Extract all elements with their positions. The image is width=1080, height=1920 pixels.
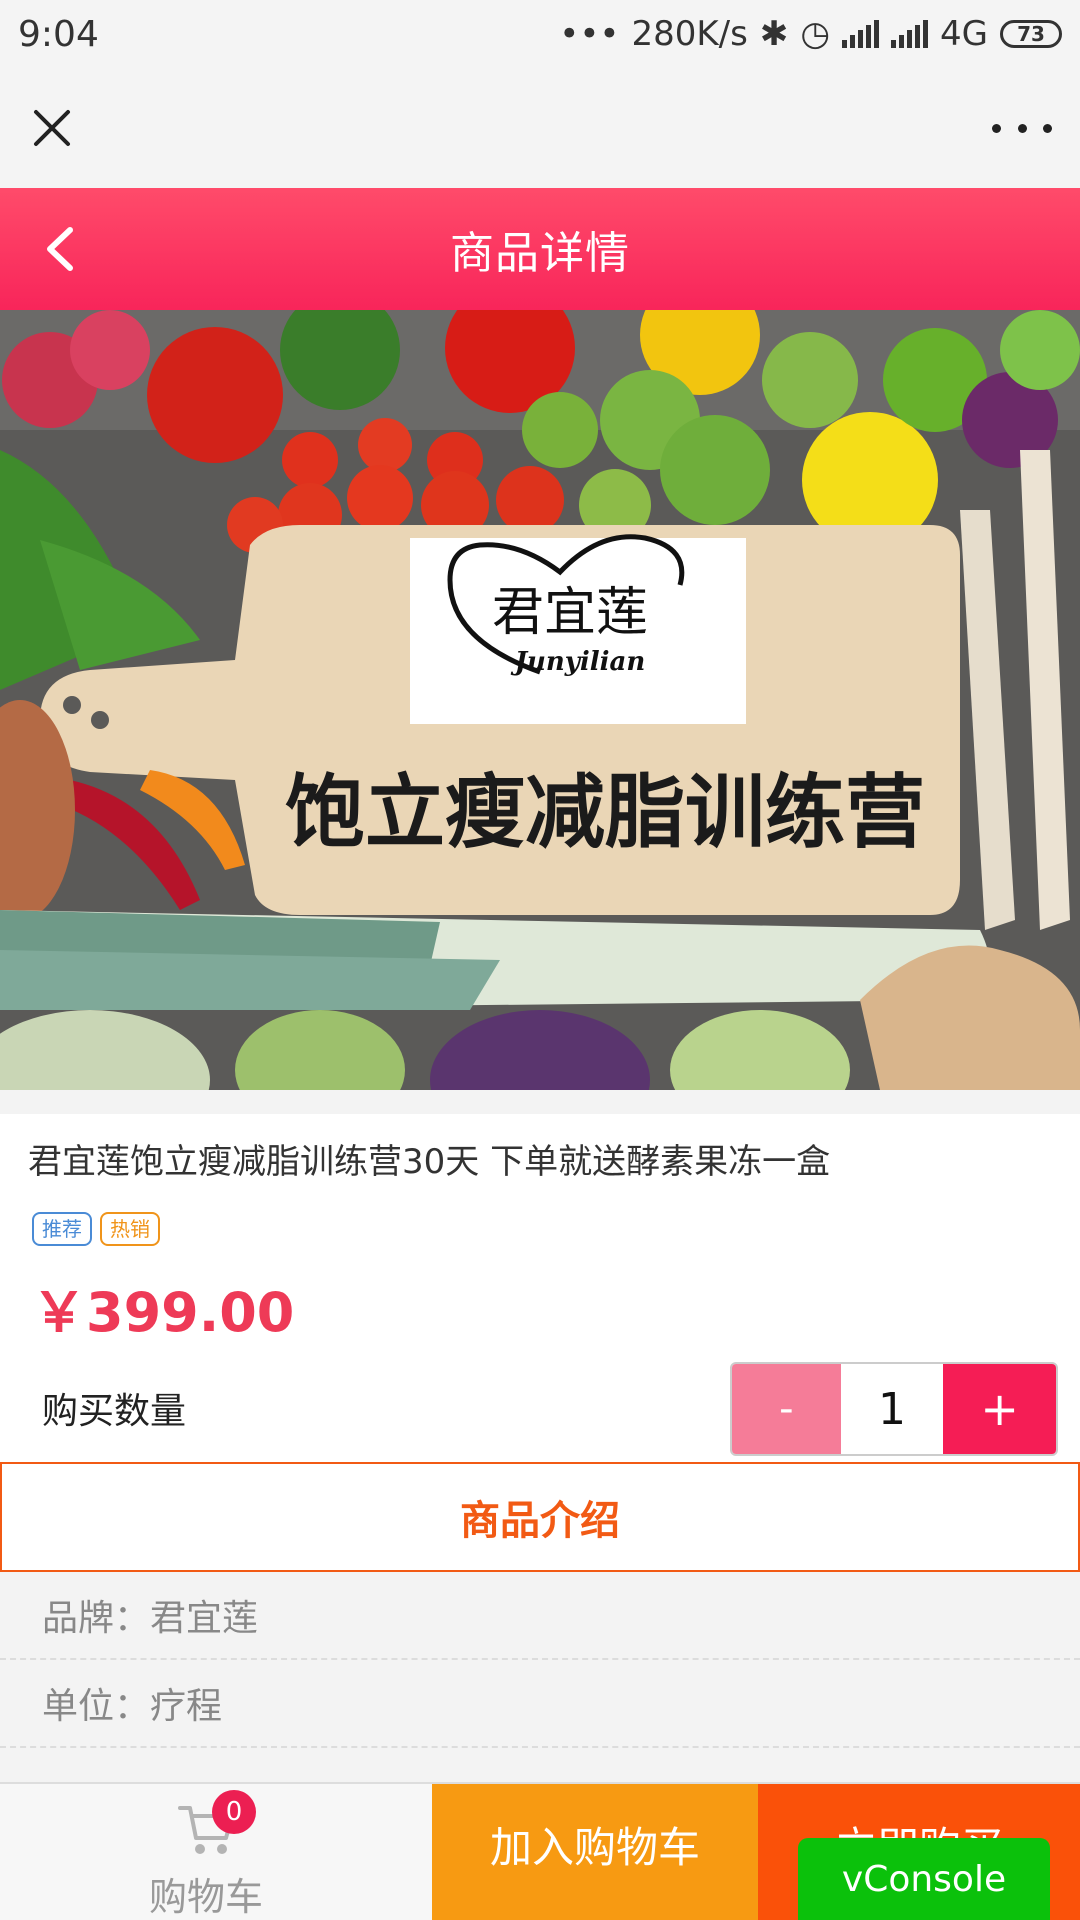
more-dots-icon: ••• [559,14,620,54]
webview-toolbar [0,68,1080,188]
add-to-cart-button[interactable]: 加入购物车 [432,1784,758,1920]
attr-unit: 单位：疗程 [0,1660,1080,1748]
page-title: 商品详情 [450,228,630,279]
chevron-left-icon[interactable] [38,224,84,274]
more-icon[interactable] [992,108,1052,148]
attr-brand: 品牌：君宜莲 [0,1572,1080,1660]
increase-button[interactable]: + [943,1364,1056,1454]
tag-hot: 热销 [100,1212,160,1246]
product-intro-tab[interactable]: 商品介绍 [0,1462,1080,1572]
network-type: 4G [940,14,988,54]
product-tags: 推荐 热销 [32,1212,160,1246]
product-name: 君宜莲饱立瘦减脂训练营30天 下单就送酵素果冻一盒 [28,1142,831,1182]
status-time: 9:04 [18,13,99,55]
product-image[interactable]: 君宜莲 Junyilian 饱立瘦减脂训练营 [0,310,1080,1090]
cart-button[interactable]: 0 购物车 [0,1784,432,1920]
quantity-stepper: - 1 + [730,1362,1058,1456]
logo-subtext: Junyilian [510,647,646,677]
close-icon[interactable] [28,104,76,152]
cart-label: 购物车 [148,1875,263,1919]
quantity-input[interactable]: 1 [840,1364,944,1454]
signal-icon [842,20,880,48]
page-header: 商品详情 [0,188,1080,310]
bluetooth-icon: ✱ [759,14,789,54]
vconsole-button[interactable]: vConsole [798,1838,1050,1920]
tag-recommend: 推荐 [32,1212,92,1246]
banner-text: 饱立瘦减脂训练营 [285,766,925,859]
vegetable-board-illustration: 君宜莲 Junyilian 饱立瘦减脂训练营 [0,310,1080,1090]
logo-text: 君宜莲 [492,583,648,643]
product-price: ￥399.00 [32,1281,295,1344]
alarm-icon: ◷ [800,14,831,54]
quantity-label: 购买数量 [42,1391,187,1432]
signal-icon-2 [891,20,929,48]
status-indicators: ••• 280K/s ✱ ◷ 4G 73 [559,14,1062,54]
battery-icon: 73 [1000,20,1062,48]
status-bar: 9:04 ••• 280K/s ✱ ◷ 4G 73 [0,0,1080,68]
decrease-button[interactable]: - [732,1364,841,1454]
product-attributes: 品牌：君宜莲 单位：疗程 [0,1572,1080,1782]
network-speed: 280K/s [631,14,748,54]
cart-count-badge: 0 [212,1790,256,1834]
